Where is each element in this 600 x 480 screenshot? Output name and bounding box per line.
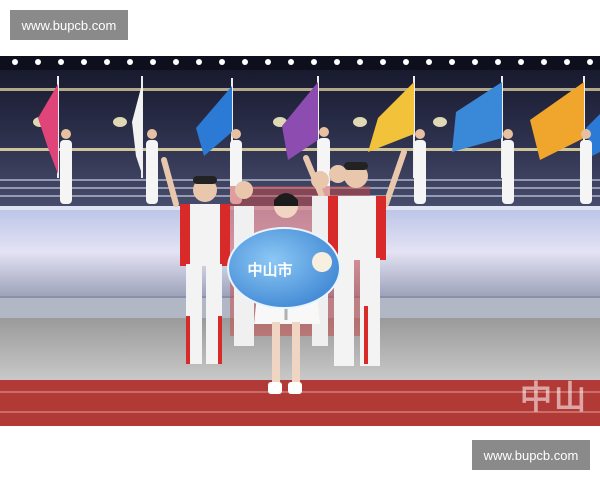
watermark-top: www.bupcb.com xyxy=(10,10,128,40)
ceremony-photo: 中山市 xyxy=(0,56,600,426)
sign-text: 中山市 xyxy=(247,261,292,279)
watermark-bottom: www.bupcb.com xyxy=(472,440,590,470)
corner-logo-watermark: 中山 xyxy=(520,378,589,416)
